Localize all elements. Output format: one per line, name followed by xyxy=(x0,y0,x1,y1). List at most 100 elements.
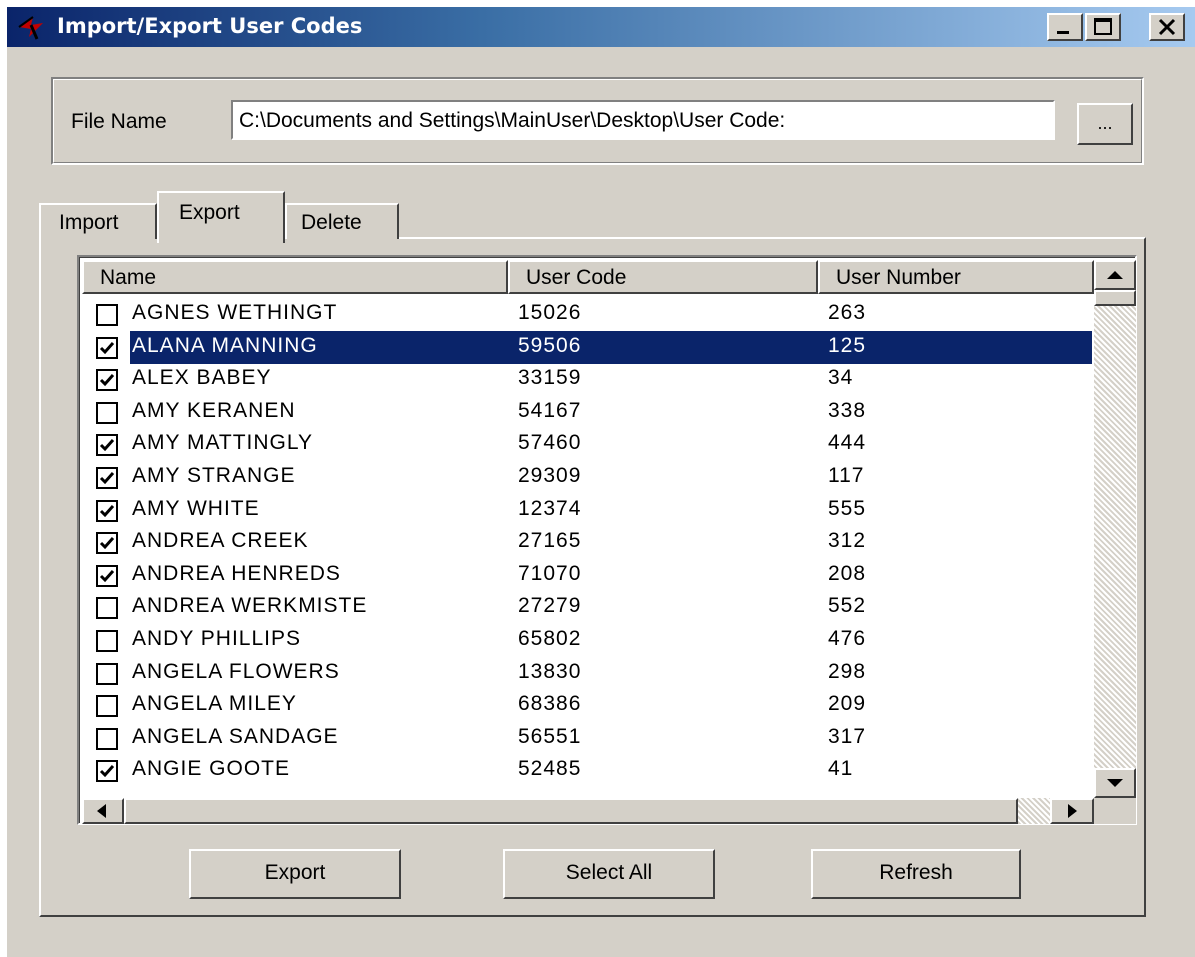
file-name-label: File Name xyxy=(71,110,167,133)
file-name-input[interactable]: C:\Documents and Settings\MainUser\Deskt… xyxy=(231,100,1055,140)
table-row[interactable]: ANGELA MILEY 68386 209 xyxy=(82,689,1092,722)
scroll-up-arrow-icon xyxy=(1107,271,1123,279)
scroll-right-arrow-icon xyxy=(1068,804,1077,818)
vertical-scroll-thumb[interactable] xyxy=(1094,290,1136,306)
table-row[interactable]: ANGIE GOOTE 52485 41 xyxy=(82,754,1092,787)
cell-name: AMY MATTINGLY xyxy=(132,431,314,455)
cell-name: AMY WHITE xyxy=(132,496,260,520)
row-checkbox[interactable] xyxy=(96,336,118,359)
cell-user-code: 27165 xyxy=(518,529,582,553)
scroll-up-button[interactable] xyxy=(1094,260,1136,290)
cell-user-code: 33159 xyxy=(518,366,582,390)
maximize-icon xyxy=(1094,18,1112,35)
cell-user-code: 29309 xyxy=(518,464,582,487)
cell-user-number: 555 xyxy=(828,496,867,520)
refresh-button[interactable]: Refresh xyxy=(811,849,1021,899)
table-row[interactable]: ANDREA WERKMISTE 27279 552 xyxy=(82,591,1092,624)
table-row[interactable]: ANGELA FLOWERS 13830 298 xyxy=(82,657,1092,690)
table-row[interactable]: ANGELA SANDAGE 56551 317 xyxy=(82,722,1092,755)
export-button[interactable]: Export xyxy=(189,849,401,899)
import-export-window: Import/Export User Codes File Name C:\Do… xyxy=(6,6,1195,957)
cell-user-code: 57460 xyxy=(518,431,582,455)
column-header-user-code[interactable]: User Code xyxy=(508,260,818,294)
cell-user-number: 117 xyxy=(828,464,865,487)
row-checkbox[interactable] xyxy=(96,467,118,489)
tab-delete[interactable]: Delete xyxy=(285,203,399,239)
cell-user-number: 41 xyxy=(828,757,854,781)
row-checkbox[interactable] xyxy=(96,532,118,555)
minimize-button[interactable] xyxy=(1047,13,1083,41)
row-checkbox[interactable] xyxy=(96,369,118,392)
vertical-scrollbar-track[interactable] xyxy=(1094,260,1136,798)
cell-name: ANGIE GOOTE xyxy=(132,757,291,781)
checkmark-icon xyxy=(99,341,115,354)
cell-name: ANGELA MILEY xyxy=(132,692,297,716)
title-bar[interactable]: Import/Export User Codes xyxy=(7,7,1195,47)
app-icon xyxy=(18,16,43,40)
tab-delete-label: Delete xyxy=(301,211,362,234)
row-checkbox[interactable] xyxy=(96,727,118,750)
checkmark-icon xyxy=(99,537,115,550)
cell-name: AMY KERANEN xyxy=(132,398,296,422)
checkmark-icon xyxy=(99,374,115,387)
row-checkbox[interactable] xyxy=(96,304,118,326)
table-row[interactable]: AMY WHITE 12374 555 xyxy=(82,494,1092,527)
table-row[interactable]: ANDREA HENREDS 71070 208 xyxy=(82,559,1092,592)
checkmark-icon xyxy=(99,765,115,778)
table-row[interactable]: AMY KERANEN 54167 338 xyxy=(82,396,1092,429)
table-row[interactable]: ALANA MANNING 59506 125 xyxy=(82,330,1092,364)
cell-user-code: 65802 xyxy=(518,627,582,650)
row-checkbox[interactable] xyxy=(96,695,118,718)
cell-name: ANDREA WERKMISTE xyxy=(132,594,368,618)
row-checkbox[interactable] xyxy=(96,499,118,522)
column-header-name[interactable]: Name xyxy=(82,260,508,294)
cell-name: AGNES WETHINGT xyxy=(132,301,338,324)
tab-export[interactable]: Export xyxy=(157,191,285,243)
checkmark-icon xyxy=(99,439,115,452)
row-checkbox[interactable] xyxy=(96,760,118,783)
scroll-down-arrow-icon xyxy=(1107,779,1123,787)
cell-name: AMY STRANGE xyxy=(132,464,296,487)
tab-export-label: Export xyxy=(179,201,240,224)
maximize-button[interactable] xyxy=(1085,13,1121,41)
table-row[interactable]: ANDY PHILLIPS 65802 476 xyxy=(82,624,1092,657)
cell-user-code: 56551 xyxy=(518,724,582,748)
cell-name: ANDREA HENREDS xyxy=(132,561,341,585)
scroll-left-button[interactable] xyxy=(82,798,124,824)
checkmark-icon xyxy=(99,504,115,517)
cell-name: ANGELA SANDAGE xyxy=(132,724,339,748)
row-checkbox[interactable] xyxy=(96,401,118,424)
close-button[interactable] xyxy=(1149,13,1185,41)
checkmark-icon xyxy=(99,472,115,485)
scroll-left-arrow-icon xyxy=(97,804,106,818)
table-row[interactable]: AMY MATTINGLY 57460 444 xyxy=(82,428,1092,461)
row-checkbox[interactable] xyxy=(96,597,118,620)
row-checkbox[interactable] xyxy=(96,564,118,587)
column-header-user-number[interactable]: User Number xyxy=(818,260,1094,294)
cell-user-number: 263 xyxy=(828,301,867,324)
cell-name: ALEX BABEY xyxy=(132,366,272,390)
horizontal-scroll-thumb[interactable] xyxy=(124,798,1018,824)
browse-button[interactable]: ... xyxy=(1077,103,1133,145)
scroll-down-button[interactable] xyxy=(1094,768,1136,798)
table-row[interactable]: ANDREA CREEK 27165 312 xyxy=(82,526,1092,559)
select-all-button[interactable]: Select All xyxy=(503,849,715,899)
tab-import[interactable]: Import xyxy=(39,203,157,239)
scroll-right-button[interactable] xyxy=(1050,798,1094,824)
cell-user-code: 15026 xyxy=(518,301,582,324)
row-checkbox[interactable] xyxy=(96,630,118,652)
table-row[interactable]: ALEX BABEY 33159 34 xyxy=(82,363,1092,396)
cell-user-number: 552 xyxy=(828,594,867,618)
user-code-list[interactable]: Name User Code User Number AGNES WETHING… xyxy=(77,255,1137,825)
cell-user-code: 12374 xyxy=(518,496,582,520)
minimize-icon xyxy=(1057,31,1069,34)
cell-user-number: 209 xyxy=(828,692,867,716)
row-checkbox[interactable] xyxy=(96,662,118,685)
table-row[interactable]: AGNES WETHINGT 15026 263 xyxy=(82,298,1092,331)
tab-import-label: Import xyxy=(59,211,119,234)
table-row[interactable]: AMY STRANGE 29309 117 xyxy=(82,461,1092,494)
cell-user-code: 52485 xyxy=(518,757,582,781)
cell-user-number: 208 xyxy=(828,561,867,585)
row-checkbox[interactable] xyxy=(96,434,118,457)
cell-user-number: 444 xyxy=(828,431,867,455)
